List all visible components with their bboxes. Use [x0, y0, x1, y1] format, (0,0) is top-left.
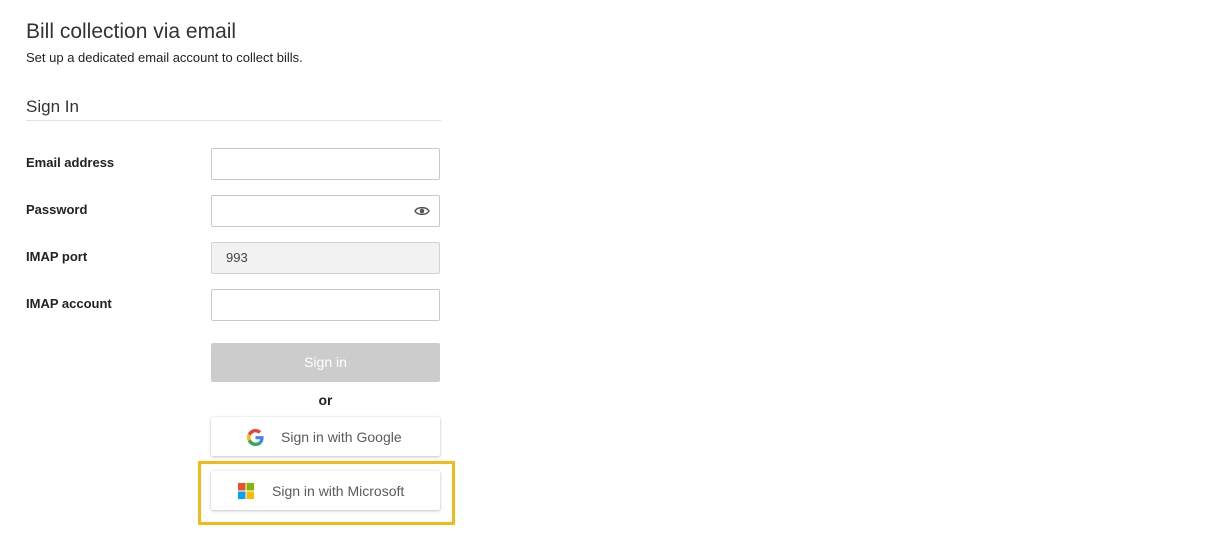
password-label: Password — [26, 202, 88, 217]
imap-account-label: IMAP account — [26, 296, 112, 311]
password-field[interactable] — [211, 195, 440, 227]
email-field[interactable] — [211, 148, 440, 180]
imap-port-value: 993 — [226, 250, 248, 265]
or-separator: or — [318, 392, 333, 408]
email-label: Email address — [26, 155, 115, 170]
eye-icon[interactable] — [414, 205, 430, 217]
section-title-sign-in: Sign In — [26, 97, 79, 116]
page-subtitle: Set up a dedicated email account to coll… — [26, 50, 303, 65]
section-divider — [26, 120, 441, 121]
microsoft-button-highlight — [198, 461, 455, 525]
sign-in-button[interactable]: Sign in — [211, 343, 440, 382]
bill-collection-page: Bill collection via email Set up a dedic… — [0, 0, 1210, 541]
google-button-label: Sign in with Google — [281, 429, 402, 445]
imap-port-field: 993 — [211, 242, 440, 274]
sign-in-with-google-button[interactable]: Sign in with Google — [211, 417, 440, 456]
google-icon — [247, 429, 264, 446]
imap-port-label: IMAP port — [26, 249, 88, 264]
page-title: Bill collection via email — [26, 20, 237, 43]
imap-account-field[interactable] — [211, 289, 440, 321]
